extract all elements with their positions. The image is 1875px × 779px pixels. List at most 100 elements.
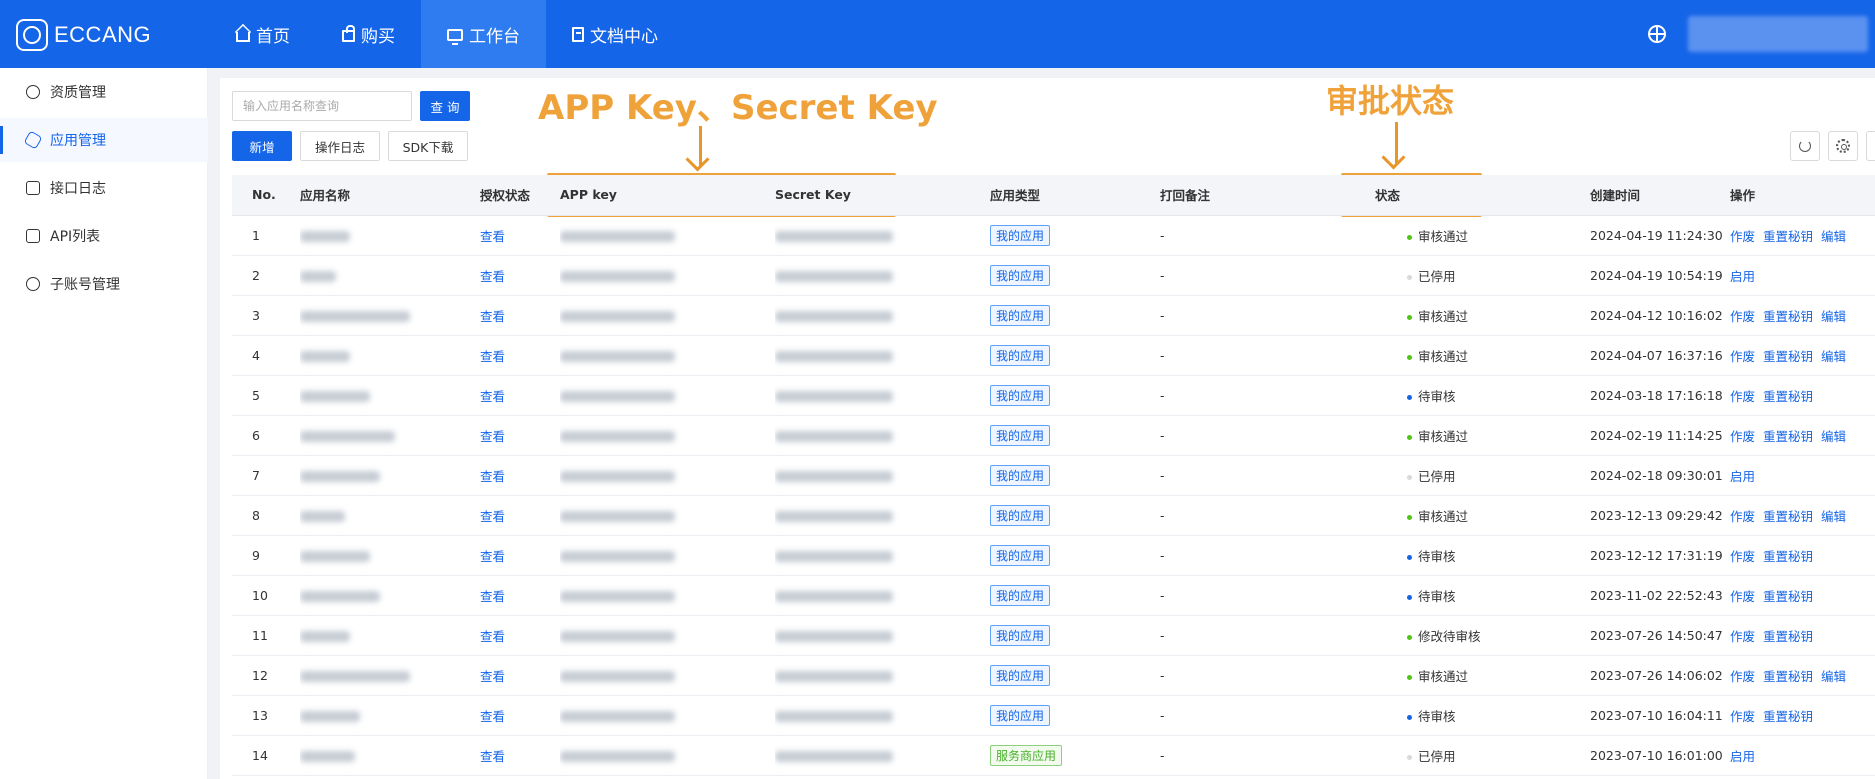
user-account-menu[interactable] <box>1688 16 1868 52</box>
reset-secret-link[interactable]: 重置秘钥 <box>1763 629 1813 644</box>
reset-secret-link[interactable]: 重置秘钥 <box>1763 669 1813 684</box>
table-row: 11 查看 我的应用 - 修改待审核 2023-07-26 14:50:47 作废 重置秘钥 <box>232 615 1875 656</box>
sidebar-item-api-log[interactable]: 接口日志 <box>0 166 208 210</box>
view-auth-link[interactable]: 查看 <box>480 549 505 564</box>
col-no: No. <box>232 175 300 216</box>
void-link[interactable]: 作废 <box>1730 429 1755 444</box>
view-auth-link[interactable]: 查看 <box>480 709 505 724</box>
view-auth-link[interactable]: 查看 <box>480 229 505 244</box>
more-tools-button[interactable] <box>1866 131 1875 161</box>
edit-link[interactable]: 编辑 <box>1821 229 1846 244</box>
sdk-download-button[interactable]: SDK下载 <box>388 131 468 161</box>
search-button[interactable]: 查 询 <box>420 91 470 121</box>
view-auth-link[interactable]: 查看 <box>480 749 505 764</box>
void-link[interactable]: 作废 <box>1730 629 1755 644</box>
nav-buy[interactable]: 购买 <box>316 0 421 68</box>
secret-key-redacted <box>775 535 990 576</box>
app-name-redacted <box>300 695 480 736</box>
language-globe-icon[interactable] <box>1648 25 1666 43</box>
void-link[interactable]: 作废 <box>1730 389 1755 404</box>
table-header-row: No. 应用名称 授权状态 APP key Secret Key 应用类型 打回… <box>232 175 1875 216</box>
reset-secret-link[interactable]: 重置秘钥 <box>1763 229 1813 244</box>
reject-remark: - <box>1160 695 1375 736</box>
eccang-logo[interactable]: ECCANG <box>16 18 151 52</box>
reject-remark: - <box>1160 415 1375 456</box>
void-link[interactable]: 作废 <box>1730 709 1755 724</box>
refresh-button[interactable] <box>1790 131 1820 161</box>
reset-secret-link[interactable]: 重置秘钥 <box>1763 349 1813 364</box>
edit-link[interactable]: 编辑 <box>1821 509 1846 524</box>
reset-secret-link[interactable]: 重置秘钥 <box>1763 389 1813 404</box>
reset-secret-link[interactable]: 重置秘钥 <box>1763 589 1813 604</box>
col-actions: 操作 <box>1730 175 1875 216</box>
app-type-tag: 服务商应用 <box>990 744 1063 766</box>
view-auth-link[interactable]: 查看 <box>480 629 505 644</box>
view-auth-link[interactable]: 查看 <box>480 269 505 284</box>
status-dot <box>1407 634 1412 640</box>
view-auth-link[interactable]: 查看 <box>480 669 505 684</box>
reset-secret-link[interactable]: 重置秘钥 <box>1763 429 1813 444</box>
void-link[interactable]: 作废 <box>1730 229 1755 244</box>
row-no: 3 <box>232 295 300 336</box>
void-link[interactable]: 作废 <box>1730 349 1755 364</box>
table-row: 8 查看 我的应用 - 审核通过 2023-12-13 09:29:42 作废 重置秘钥 编辑 <box>232 495 1875 536</box>
sidebar-item-api-list[interactable]: API列表 <box>0 214 208 258</box>
row-actions: 作废 重置秘钥 编辑 <box>1730 415 1875 456</box>
reset-secret-link[interactable]: 重置秘钥 <box>1763 509 1813 524</box>
void-link[interactable]: 作废 <box>1730 669 1755 684</box>
app-key-redacted <box>560 335 775 376</box>
created-at: 2024-04-19 10:54:19 <box>1590 255 1730 296</box>
nav-docs[interactable]: 文档中心 <box>546 0 684 68</box>
column-settings-button[interactable] <box>1828 131 1858 161</box>
edit-link[interactable]: 编辑 <box>1821 309 1846 324</box>
nav-home[interactable]: 首页 <box>210 0 316 68</box>
created-at: 2023-07-26 14:50:47 <box>1590 615 1730 656</box>
edit-link[interactable]: 编辑 <box>1821 349 1846 364</box>
void-link[interactable]: 作废 <box>1730 549 1755 564</box>
void-link[interactable]: 作废 <box>1730 509 1755 524</box>
edit-link[interactable]: 编辑 <box>1821 669 1846 684</box>
app-key-redacted <box>560 255 775 296</box>
app-name-search-input[interactable] <box>232 91 412 121</box>
status-dot <box>1407 434 1412 440</box>
view-auth-link[interactable]: 查看 <box>480 509 505 524</box>
nav-workbench[interactable]: 工作台 <box>421 0 546 68</box>
col-status: 状态 <box>1375 175 1590 216</box>
app-name-redacted <box>300 535 480 576</box>
view-auth-link[interactable]: 查看 <box>480 589 505 604</box>
sidebar-item-qualification[interactable]: 资质管理 <box>0 70 208 114</box>
sidebar-item-app-management[interactable]: 应用管理 <box>0 118 208 162</box>
status-text: 修改待审核 <box>1418 628 1481 644</box>
view-auth-link[interactable]: 查看 <box>480 309 505 324</box>
void-link[interactable]: 作废 <box>1730 309 1755 324</box>
view-auth-link[interactable]: 查看 <box>480 429 505 444</box>
status-dot <box>1407 754 1412 760</box>
view-auth-link[interactable]: 查看 <box>480 469 505 484</box>
add-app-button[interactable]: 新增 <box>232 131 292 161</box>
operation-log-button[interactable]: 操作日志 <box>300 131 380 161</box>
enable-link[interactable]: 启用 <box>1730 269 1755 284</box>
status-dot <box>1407 514 1412 520</box>
secret-key-redacted <box>775 495 990 536</box>
reject-remark: - <box>1160 575 1375 616</box>
enable-link[interactable]: 启用 <box>1730 469 1755 484</box>
table-row: 5 查看 我的应用 - 待审核 2024-03-18 17:16:18 作废 重置秘钥 <box>232 375 1875 416</box>
status-dot <box>1407 594 1412 600</box>
nav-label: 文档中心 <box>590 26 658 47</box>
app-name-redacted <box>300 655 480 696</box>
created-at: 2023-07-26 14:06:02 <box>1590 655 1730 696</box>
enable-link[interactable]: 启用 <box>1730 749 1755 764</box>
reject-remark: - <box>1160 455 1375 496</box>
sidebar-item-sub-account[interactable]: 子账号管理 <box>0 262 208 306</box>
row-actions: 作废 重置秘钥 <box>1730 575 1875 616</box>
reset-secret-link[interactable]: 重置秘钥 <box>1763 309 1813 324</box>
sidebar-item-label: 接口日志 <box>50 181 106 197</box>
reset-secret-link[interactable]: 重置秘钥 <box>1763 709 1813 724</box>
reset-secret-link[interactable]: 重置秘钥 <box>1763 549 1813 564</box>
logo-icon <box>16 19 48 51</box>
void-link[interactable]: 作废 <box>1730 589 1755 604</box>
reject-remark: - <box>1160 255 1375 296</box>
edit-link[interactable]: 编辑 <box>1821 429 1846 444</box>
view-auth-link[interactable]: 查看 <box>480 389 505 404</box>
view-auth-link[interactable]: 查看 <box>480 349 505 364</box>
